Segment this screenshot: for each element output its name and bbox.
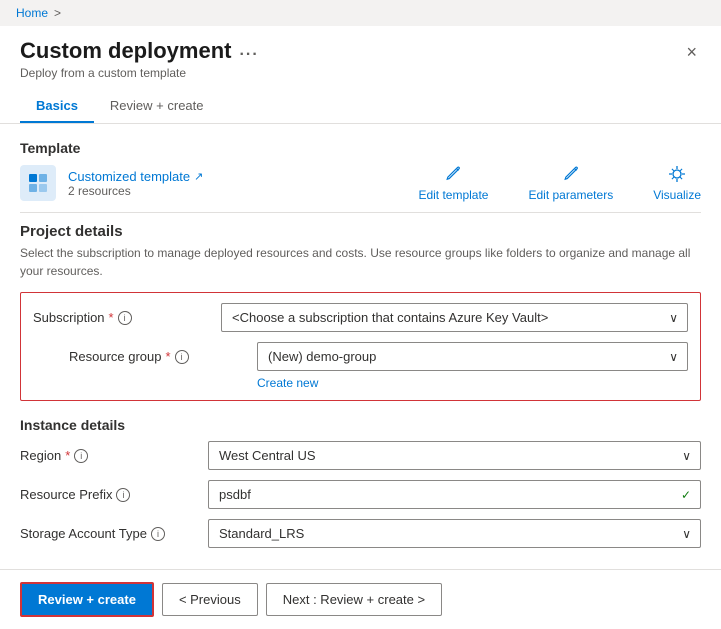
previous-button[interactable]: < Previous (162, 583, 258, 616)
tabs-bar: Basics Review + create (0, 80, 721, 124)
template-row: Customized template ↗ 2 resources Edit t… (20, 164, 701, 202)
resource-prefix-label: Resource Prefix i (20, 487, 200, 502)
visualize-action[interactable]: Visualize (653, 164, 701, 202)
resource-group-row: Resource group * i (New) demo-group ∨ (69, 342, 688, 371)
template-info: Customized template ↗ 2 resources (68, 169, 203, 198)
resource-group-container: Resource group * i (New) demo-group ∨ (33, 342, 688, 390)
edit-template-icon (443, 164, 463, 184)
edit-template-action[interactable]: Edit template (418, 164, 488, 202)
project-details-title: Project details (20, 223, 701, 240)
resource-group-select[interactable]: (New) demo-group (257, 342, 688, 371)
resource-group-control: (New) demo-group ∨ (257, 342, 688, 371)
resource-group-info-icon[interactable]: i (175, 350, 189, 364)
resource-group-inner: Resource group * i (New) demo-group ∨ (69, 342, 688, 390)
resource-group-required-star: * (166, 349, 171, 364)
visualize-icon (667, 164, 687, 184)
template-icon (20, 165, 56, 201)
resource-prefix-control: psdbf ✓ (208, 480, 701, 509)
storage-account-type-info-icon[interactable]: i (151, 527, 165, 541)
instance-details-title: Instance details (20, 417, 701, 433)
subscription-label: Subscription * i (33, 310, 213, 325)
region-select[interactable]: West Central US (208, 441, 701, 470)
breadcrumb: Home > (0, 0, 721, 26)
breadcrumb-home[interactable]: Home (16, 6, 48, 20)
resource-prefix-info-icon[interactable]: i (116, 488, 130, 502)
edit-parameters-icon (561, 164, 581, 184)
storage-account-type-row: Storage Account Type i Standard_LRS ∨ (20, 519, 701, 548)
template-actions: Edit template Edit parameters Visualize (418, 164, 701, 202)
resource-group-select-wrapper: (New) demo-group ∨ (257, 342, 688, 371)
footer: Review + create < Previous Next : Review… (0, 569, 721, 629)
region-info-icon[interactable]: i (74, 449, 88, 463)
region-required-star: * (65, 448, 70, 463)
storage-account-type-select[interactable]: Standard_LRS (208, 519, 701, 548)
subscription-control: <Choose a subscription that contains Azu… (221, 303, 688, 332)
create-new-link[interactable]: Create new (257, 376, 318, 390)
subscription-required-star: * (109, 310, 114, 325)
breadcrumb-separator: > (54, 6, 61, 20)
region-row: Region * i West Central US ∨ (20, 441, 701, 470)
template-link[interactable]: Customized template ↗ (68, 169, 203, 184)
template-section-title: Template (20, 140, 701, 156)
subscription-row: Subscription * i <Choose a subscription … (33, 303, 688, 332)
divider-1 (20, 212, 701, 213)
subscription-select[interactable]: <Choose a subscription that contains Azu… (221, 303, 688, 332)
resource-prefix-select-wrapper: psdbf ✓ (208, 480, 701, 509)
tab-review-create[interactable]: Review + create (94, 90, 220, 123)
page-title-text: Custom deployment (20, 38, 231, 64)
more-options-icon[interactable]: ... (239, 42, 258, 60)
resource-prefix-row: Resource Prefix i psdbf ✓ (20, 480, 701, 509)
region-select-wrapper: West Central US ∨ (208, 441, 701, 470)
create-new-container: Create new (69, 375, 688, 390)
page-subtitle: Deploy from a custom template (20, 66, 259, 80)
storage-account-type-select-wrapper: Standard_LRS ∨ (208, 519, 701, 548)
storage-account-type-control: Standard_LRS ∨ (208, 519, 701, 548)
required-fields-box: Subscription * i <Choose a subscription … (20, 292, 701, 401)
close-button[interactable]: × (682, 38, 701, 67)
main-content: Template Customized template ↗ 2 resourc… (0, 124, 721, 574)
template-svg-icon (27, 172, 49, 194)
subscription-select-wrapper: <Choose a subscription that contains Azu… (221, 303, 688, 332)
region-label: Region * i (20, 448, 200, 463)
storage-account-type-label: Storage Account Type i (20, 526, 200, 541)
review-create-button[interactable]: Review + create (20, 582, 154, 617)
project-details-desc: Select the subscription to manage deploy… (20, 244, 701, 280)
template-resources: 2 resources (68, 184, 203, 198)
instance-details-section: Instance details Region * i West Central… (20, 417, 701, 548)
subscription-info-icon[interactable]: i (118, 311, 132, 325)
external-link-icon: ↗ (194, 170, 203, 183)
tab-basics[interactable]: Basics (20, 90, 94, 123)
region-control: West Central US ∨ (208, 441, 701, 470)
resource-prefix-select[interactable]: psdbf (208, 480, 701, 509)
edit-parameters-action[interactable]: Edit parameters (528, 164, 613, 202)
page-header: Custom deployment ... Deploy from a cust… (0, 26, 721, 80)
next-button[interactable]: Next : Review + create > (266, 583, 442, 616)
resource-group-label: Resource group * i (69, 349, 249, 364)
